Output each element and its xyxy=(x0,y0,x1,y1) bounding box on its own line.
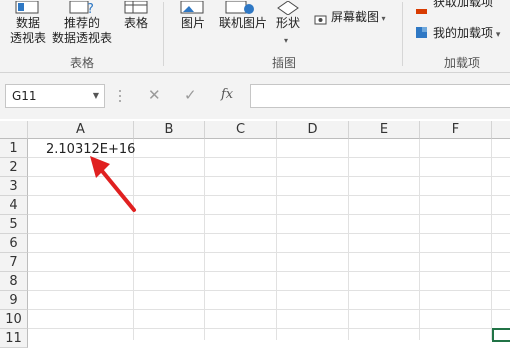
worksheet-grid: A B C D E F 1 2 3 4 5 6 7 8 9 10 11 2.10… xyxy=(0,121,510,348)
recommended-pivot-button[interactable]: 推荐的 数据透视表 xyxy=(50,16,114,46)
row-header[interactable]: 6 xyxy=(0,234,28,253)
row-header[interactable]: 8 xyxy=(0,272,28,291)
table-group-label: 表格 xyxy=(70,56,95,70)
drag-handle-icon[interactable] xyxy=(118,88,122,104)
screenshot-button[interactable]: 屏幕截图 ▾ xyxy=(331,8,386,25)
row-header[interactable]: 2 xyxy=(0,158,28,177)
row-header[interactable]: 9 xyxy=(0,291,28,310)
formula-buttons: ✕ ✓ fx xyxy=(134,84,244,108)
group-separator xyxy=(163,2,164,66)
pivot-table-button[interactable]: 数据 透视表 xyxy=(6,16,50,46)
formula-input[interactable] xyxy=(250,84,510,108)
chevron-down-icon: ▾ xyxy=(284,36,289,45)
cancel-icon[interactable]: ✕ xyxy=(148,86,161,104)
addins-group-label: 加载项 xyxy=(444,56,481,70)
row-header[interactable]: 7 xyxy=(0,253,28,272)
column-header-c[interactable]: C xyxy=(205,121,277,139)
svg-text:?: ? xyxy=(87,2,94,15)
column-header-f[interactable]: F xyxy=(420,121,492,139)
screenshot-label: 屏幕截图 xyxy=(331,10,380,24)
row-header[interactable]: 5 xyxy=(0,215,28,234)
red-arrow-annotation xyxy=(90,156,136,212)
name-box[interactable]: G11 ▼ xyxy=(5,84,105,108)
select-all-corner[interactable] xyxy=(0,121,28,139)
get-addins-button[interactable]: 获取加载项 xyxy=(433,0,493,10)
my-addins-icon xyxy=(415,25,429,39)
online-picture-icon xyxy=(225,0,259,14)
screenshot-icon xyxy=(314,11,328,25)
online-picture-button[interactable]: 联机图片 xyxy=(214,16,272,31)
row-header[interactable]: 3 xyxy=(0,177,28,196)
row-header[interactable]: 11 xyxy=(0,329,28,348)
group-separator xyxy=(402,2,403,66)
column-header-g[interactable] xyxy=(492,121,510,139)
column-header-a[interactable]: A xyxy=(28,121,134,139)
picture-button[interactable]: 图片 xyxy=(175,16,211,31)
table-button[interactable]: 表格 xyxy=(118,16,154,31)
my-addins-button[interactable]: 我的加载项 ▾ xyxy=(433,24,500,41)
name-box-value: G11 xyxy=(12,89,37,103)
fx-icon[interactable]: fx xyxy=(221,87,233,102)
shapes-icon xyxy=(275,0,301,16)
column-header-b[interactable]: B xyxy=(134,121,205,139)
column-header-d[interactable]: D xyxy=(277,121,349,139)
column-header-e[interactable]: E xyxy=(349,121,420,139)
table-icon xyxy=(124,0,150,14)
chevron-down-icon: ▾ xyxy=(493,30,501,40)
store-icon xyxy=(415,0,429,14)
my-addins-label: 我的加载项 xyxy=(433,26,494,40)
ribbon: 数据 透视表 ? 推荐的 数据透视表 表格 表格 图片 联机图片 形状 ▾ 屏幕… xyxy=(0,0,510,73)
enter-icon[interactable]: ✓ xyxy=(184,86,197,104)
illustrations-group-label: 插图 xyxy=(272,56,297,70)
row-header[interactable]: 4 xyxy=(0,196,28,215)
recommended-pivot-icon: ? xyxy=(68,0,96,17)
shapes-button[interactable]: 形状 xyxy=(270,16,306,31)
chevron-down-icon: ▾ xyxy=(379,14,386,23)
chevron-down-icon[interactable]: ▼ xyxy=(93,85,99,107)
row-header[interactable]: 10 xyxy=(0,310,28,329)
pivot-table-icon xyxy=(14,0,42,14)
picture-icon xyxy=(180,0,206,14)
row-header[interactable]: 1 xyxy=(0,139,28,158)
